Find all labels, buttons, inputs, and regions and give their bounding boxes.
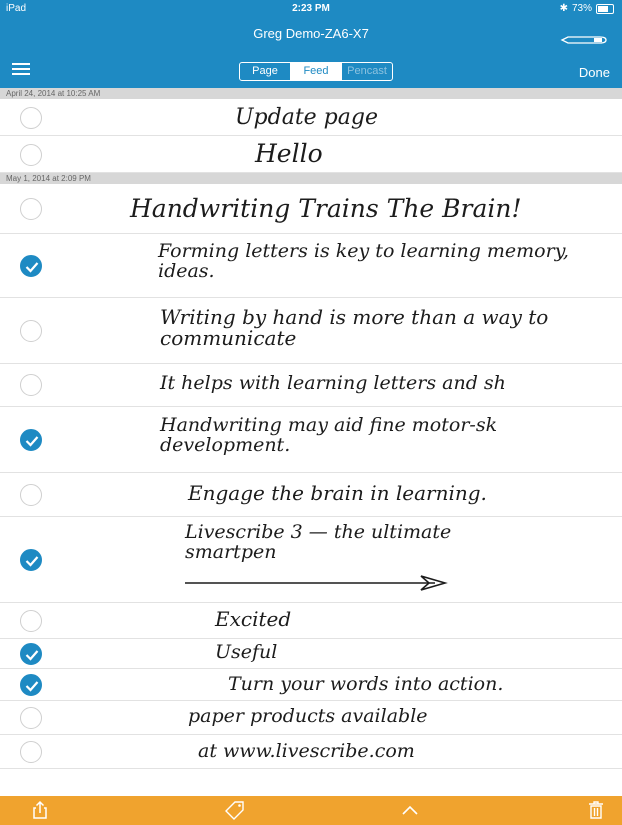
- status-bar: iPad 2:23 PM ✱ 73%: [0, 0, 622, 18]
- handwriting-text: Handwriting Trains The Brain!: [130, 194, 522, 223]
- handwriting-text: Forming letters is key to learning memor…: [158, 240, 569, 282]
- handwriting-text: at www.livescribe.com: [198, 740, 415, 762]
- date-header: May 1, 2014 at 2:09 PM: [0, 173, 622, 184]
- tab-feed[interactable]: Feed: [291, 63, 342, 80]
- checkbox[interactable]: [20, 198, 42, 220]
- checkmark-icon: [25, 262, 39, 273]
- battery-percent: 73%: [571, 3, 592, 14]
- battery-icon: [596, 3, 614, 14]
- tag-icon[interactable]: [225, 800, 245, 820]
- feed-list[interactable]: April 24, 2014 at 10:25 AM Update page H…: [0, 88, 622, 796]
- handwriting-text: Livescribe 3 — the ultimate smartpen: [185, 521, 452, 563]
- menu-icon[interactable]: [12, 63, 30, 75]
- battery-status: ✱ 73%: [560, 3, 614, 14]
- handwriting-text: Update page: [235, 105, 378, 130]
- checkbox[interactable]: [20, 741, 42, 763]
- app-header: iPad 2:23 PM ✱ 73% Greg Demo-ZA6-X7 Page…: [0, 0, 622, 88]
- drawn-arrow: [185, 575, 448, 591]
- list-item[interactable]: Forming letters is key to learning memor…: [0, 234, 622, 298]
- handwriting-text: Writing by hand is more than a way to co…: [160, 305, 549, 350]
- view-switcher: Page Feed Pencast: [239, 62, 393, 81]
- share-icon[interactable]: [30, 800, 50, 820]
- list-item[interactable]: Handwriting may aid fine motor-sk develo…: [0, 407, 622, 473]
- list-item[interactable]: It helps with learning letters and sh: [0, 364, 622, 407]
- list-item[interactable]: Hello: [0, 136, 622, 173]
- checkbox-checked[interactable]: [20, 549, 42, 571]
- checkmark-icon: [25, 650, 39, 661]
- list-item[interactable]: paper products available: [0, 701, 622, 735]
- handwriting-text: Excited: [215, 607, 292, 631]
- list-item[interactable]: at www.livescribe.com: [0, 735, 622, 769]
- bottom-toolbar: [0, 796, 622, 825]
- checkbox-checked[interactable]: [20, 674, 42, 696]
- list-item[interactable]: Excited: [0, 603, 622, 639]
- tab-page[interactable]: Page: [240, 63, 291, 80]
- checkmark-icon: [25, 436, 39, 447]
- list-item[interactable]: Livescribe 3 — the ultimate smartpen: [0, 517, 622, 603]
- checkbox[interactable]: [20, 144, 42, 166]
- list-item[interactable]: Writing by hand is more than a way to co…: [0, 298, 622, 364]
- checkbox[interactable]: [20, 107, 42, 129]
- bluetooth-icon: ✱: [559, 3, 568, 14]
- trash-icon[interactable]: [586, 800, 606, 820]
- smartpen-icon[interactable]: [560, 34, 608, 46]
- list-item[interactable]: Turn your words into action.: [0, 669, 622, 701]
- checkmark-icon: [25, 681, 39, 692]
- checkbox[interactable]: [20, 707, 42, 729]
- done-button[interactable]: Done: [579, 65, 610, 80]
- checkmark-icon: [25, 556, 39, 567]
- handwriting-text: Turn your words into action.: [228, 673, 504, 695]
- notebook-title: Greg Demo-ZA6-X7: [253, 26, 369, 41]
- list-item[interactable]: Handwriting Trains The Brain!: [0, 184, 622, 234]
- checkbox[interactable]: [20, 484, 42, 506]
- list-item[interactable]: Useful: [0, 639, 622, 669]
- handwriting-text: Hello: [255, 139, 323, 168]
- checkbox-checked[interactable]: [20, 643, 42, 665]
- handwriting-text: Useful: [215, 641, 278, 663]
- checkbox-checked[interactable]: [20, 429, 42, 451]
- checkbox[interactable]: [20, 610, 42, 632]
- checkbox[interactable]: [20, 320, 42, 342]
- handwriting-text: paper products available: [188, 705, 428, 727]
- tab-pencast: Pencast: [347, 65, 387, 77]
- checkbox[interactable]: [20, 374, 42, 396]
- clock: 2:23 PM: [292, 3, 330, 14]
- list-item[interactable]: Engage the brain in learning.: [0, 473, 622, 517]
- handwriting-text: Engage the brain in learning.: [188, 481, 487, 505]
- list-item[interactable]: Update page: [0, 99, 622, 136]
- date-header: April 24, 2014 at 10:25 AM: [0, 88, 622, 99]
- handwriting-text: Handwriting may aid fine motor-sk develo…: [160, 414, 498, 456]
- chevron-up-icon[interactable]: [400, 800, 420, 820]
- handwriting-text: It helps with learning letters and sh: [160, 372, 506, 394]
- checkbox-checked[interactable]: [20, 255, 42, 277]
